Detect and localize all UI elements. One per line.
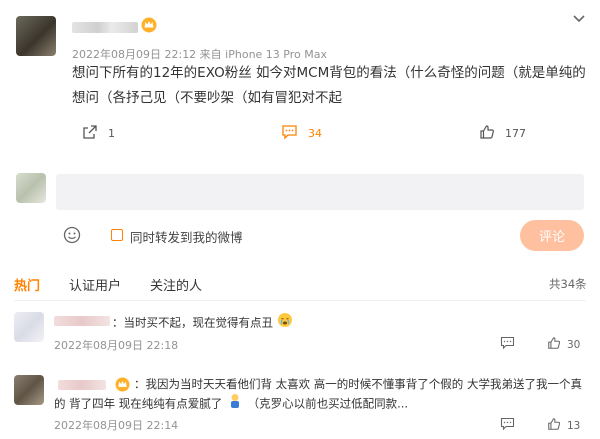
comment-like-button[interactable]: 30 <box>547 336 580 353</box>
comment-author-name[interactable] <box>54 316 110 326</box>
repost-count: 1 <box>108 127 115 140</box>
comment-like-button[interactable]: 13 <box>547 417 580 434</box>
like-button[interactable]: 177 <box>479 124 526 143</box>
thumbs-up-icon <box>547 417 561 434</box>
reply-icon[interactable] <box>500 417 515 431</box>
comment-author-name[interactable] <box>58 380 106 390</box>
my-avatar[interactable] <box>16 173 46 203</box>
comment-text-line: （克罗心以前也买过低配同款... <box>247 396 409 411</box>
repost-checkbox[interactable] <box>111 229 123 241</box>
post-text-line: 想问（各抒己见（不要吵架（如有冒犯对不起 <box>72 90 342 106</box>
tab-verified-users[interactable]: 认证用户 <box>69 275 121 294</box>
tab-following[interactable]: 关注的人 <box>150 275 202 294</box>
reply-icon[interactable] <box>500 336 515 350</box>
comment-text: 的 背了四年 现在纯纯有点爱腻了 （克罗心以前也买过低配同款... <box>54 393 408 415</box>
submit-comment-button[interactable]: 评论 <box>520 220 584 251</box>
post-author-avatar[interactable] <box>16 16 56 56</box>
comment-text: ：当时买不起，现在觉得有点丑 <box>112 312 293 334</box>
divider <box>14 300 586 301</box>
comment-like-count: 13 <box>567 419 581 432</box>
comment-avatar[interactable] <box>14 375 44 405</box>
crying-face-icon <box>277 312 293 334</box>
crown-icon <box>115 377 130 392</box>
post-text: 想问下所有的12年的EXO粉丝 如今对MCM背包的看法（什么奇怪的问题（就是单纯… <box>72 61 592 111</box>
comment-text: ：我因为当时天天看他们背 太喜欢 高一的时候不懂事背了个假的 大学我弟送了我一个… <box>134 374 594 394</box>
emoji-icon[interactable] <box>63 226 81 244</box>
comment-time: 2022年08月09日 22:18 <box>54 339 179 352</box>
repost-icon <box>82 124 98 143</box>
comment-text-line: ：我因为当时天天看他们背 太喜欢 高一的时候不懂事背了个假的 大学我弟送了我一个… <box>134 377 582 391</box>
collapse-chevron-icon[interactable] <box>572 13 586 23</box>
crown-icon <box>141 17 157 33</box>
comment-text-line: 的 背了四年 现在纯纯有点爱腻了 <box>54 396 223 411</box>
comment-time: 2022年08月09日 22:14 <box>54 419 179 432</box>
repost-button[interactable]: 1 <box>82 124 115 143</box>
comment-like-count: 30 <box>567 338 581 351</box>
thumbs-up-icon <box>479 124 495 143</box>
person-emoji-icon <box>228 393 242 415</box>
post-meta: 2022年08月09日 22:12 来自 iPhone 13 Pro Max <box>72 48 327 61</box>
comment-icon <box>281 124 298 143</box>
comment-button[interactable]: 34 <box>281 124 322 143</box>
repost-checkbox-label: 同时转发到我的微博 <box>130 230 243 245</box>
comment-avatar[interactable] <box>14 312 44 342</box>
post-text-line: 想问下所有的12年的EXO粉丝 如今对MCM背包的看法（什么奇怪的问题（就是单纯… <box>72 65 586 81</box>
post-author-name[interactable] <box>72 22 138 33</box>
thumbs-up-icon <box>547 336 561 353</box>
comment-count: 34 <box>308 127 322 140</box>
tab-hot[interactable]: 热门 <box>14 275 40 294</box>
like-count: 177 <box>505 127 526 140</box>
comment-total: 共34条 <box>549 277 587 291</box>
comment-input[interactable] <box>56 174 584 210</box>
comment-text-body: ：当时买不起，现在觉得有点丑 <box>112 315 273 330</box>
